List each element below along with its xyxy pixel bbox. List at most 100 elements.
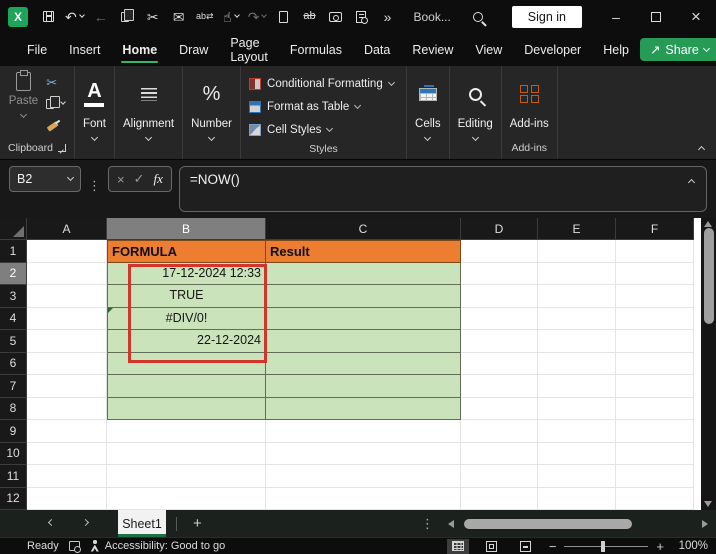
formula-collapse-button[interactable]	[687, 178, 696, 187]
vertical-scrollbar[interactable]	[694, 218, 716, 510]
cell-A1[interactable]	[27, 240, 107, 263]
zoom-out-button[interactable]: −	[549, 539, 557, 554]
record-macro-icon[interactable]	[68, 541, 82, 553]
tab-insert[interactable]: Insert	[58, 33, 111, 66]
zoom-slider-thumb[interactable]	[601, 540, 606, 552]
cell-A12[interactable]	[27, 487, 107, 510]
sheet-next-button[interactable]	[68, 510, 102, 537]
cell-D2[interactable]	[461, 262, 538, 285]
cell-A9[interactable]	[27, 420, 107, 443]
number-group-button[interactable]: % Number	[191, 72, 232, 142]
touch-mode-button[interactable]: ☝	[219, 4, 243, 30]
cell-E1[interactable]	[538, 240, 616, 263]
cell-A6[interactable]	[27, 352, 107, 375]
cell-A4[interactable]	[27, 307, 107, 330]
cell-B2[interactable]: 17-12-2024 12:33	[107, 262, 266, 285]
format-as-table-button[interactable]: Format as Table	[249, 97, 394, 117]
cell-B8[interactable]	[107, 397, 266, 420]
cell-F9[interactable]	[616, 420, 694, 443]
sheet-tab-sheet1[interactable]: Sheet1	[118, 510, 166, 537]
strikethrough-button[interactable]: ab	[297, 4, 321, 30]
cell-D12[interactable]	[461, 487, 538, 510]
cell-E11[interactable]	[538, 465, 616, 488]
cell-B10[interactable]	[107, 442, 266, 465]
close-button[interactable]: ×	[676, 0, 716, 33]
undo-button[interactable]: ↶	[62, 4, 87, 30]
copy-button[interactable]	[46, 95, 67, 112]
cell-E12[interactable]	[538, 487, 616, 510]
row-header-6[interactable]: 6	[0, 352, 27, 375]
scroll-down-icon[interactable]	[704, 501, 712, 507]
cell-E4[interactable]	[538, 307, 616, 330]
share-email-button[interactable]: ✉	[167, 4, 191, 30]
paste-button[interactable]: Paste	[9, 70, 38, 119]
cancel-button[interactable]: ×	[117, 172, 125, 187]
cell-D11[interactable]	[461, 465, 538, 488]
conditional-formatting-button[interactable]: Conditional Formatting	[249, 74, 395, 94]
row-header-10[interactable]: 10	[0, 442, 27, 465]
cell-E9[interactable]	[538, 420, 616, 443]
cell-D5[interactable]	[461, 330, 538, 353]
camera-button[interactable]	[323, 4, 347, 30]
cell-F12[interactable]	[616, 487, 694, 510]
add-sheet-button[interactable]: +	[187, 510, 208, 537]
row-header-9[interactable]: 9	[0, 420, 27, 443]
cell-B1[interactable]: FORMULA	[107, 240, 266, 263]
cell-F5[interactable]	[616, 330, 694, 353]
scroll-right-icon[interactable]	[702, 519, 708, 528]
redo-button[interactable]: ↷	[245, 4, 270, 30]
vertical-scrollbar-thumb[interactable]	[703, 228, 714, 324]
horizontal-scrollbar-thumb[interactable]	[464, 518, 632, 529]
cell-B4[interactable]: #DIV/0!	[107, 307, 266, 330]
cell-B11[interactable]	[107, 465, 266, 488]
cell-C9[interactable]	[266, 420, 461, 443]
zoom-slider[interactable]	[564, 540, 649, 552]
cell-D1[interactable]	[461, 240, 538, 263]
cell-D4[interactable]	[461, 307, 538, 330]
normal-view-button[interactable]	[446, 538, 469, 554]
cell-C1[interactable]: Result	[266, 240, 461, 263]
cell-B6[interactable]	[107, 352, 266, 375]
cell-F4[interactable]	[616, 307, 694, 330]
cell-E7[interactable]	[538, 375, 616, 398]
cell-F1[interactable]	[616, 240, 694, 263]
vertical-scrollbar-track[interactable]	[701, 218, 716, 510]
editing-group-button[interactable]: Editing	[458, 72, 493, 142]
column-header-C[interactable]: C	[266, 218, 461, 240]
back-button[interactable]: ←	[89, 4, 113, 30]
minimize-button[interactable]: –	[596, 0, 636, 33]
cell-A7[interactable]	[27, 375, 107, 398]
cell-F3[interactable]	[616, 285, 694, 308]
cell-E10[interactable]	[538, 442, 616, 465]
zoom-level[interactable]: 100%	[676, 540, 708, 552]
scroll-up-icon[interactable]	[704, 221, 712, 227]
cell-F2[interactable]	[616, 262, 694, 285]
confirm-button[interactable]: ✓	[134, 171, 145, 187]
tab-page-layout[interactable]: Page Layout	[219, 33, 279, 66]
maximize-button[interactable]	[636, 0, 676, 33]
row-header-7[interactable]: 7	[0, 375, 27, 398]
page-break-view-button[interactable]	[515, 539, 537, 554]
tab-view[interactable]: View	[464, 33, 513, 66]
format-painter-button[interactable]	[46, 116, 65, 133]
column-header-F[interactable]: F	[616, 218, 694, 240]
cell-C3[interactable]	[266, 285, 461, 308]
alignment-group-button[interactable]: Alignment	[123, 72, 174, 142]
cell-E3[interactable]	[538, 285, 616, 308]
column-header-A[interactable]: A	[27, 218, 107, 240]
find-replace-button[interactable]: ab⇄	[193, 4, 217, 30]
signin-button[interactable]: Sign in	[511, 5, 582, 28]
cell-E6[interactable]	[538, 352, 616, 375]
row-header-11[interactable]: 11	[0, 465, 27, 488]
font-group-button[interactable]: A Font	[83, 72, 106, 142]
overflow-button[interactable]: »	[375, 4, 399, 30]
cell-D9[interactable]	[461, 420, 538, 443]
zoom-in-button[interactable]: +	[656, 539, 664, 554]
cell-D10[interactable]	[461, 442, 538, 465]
cell-B12[interactable]	[107, 487, 266, 510]
page-layout-view-button[interactable]	[481, 539, 503, 554]
scroll-left-icon[interactable]	[448, 519, 454, 528]
cell-D8[interactable]	[461, 397, 538, 420]
cell-B9[interactable]	[107, 420, 266, 443]
addins-button[interactable]: Add-ins	[510, 72, 549, 130]
